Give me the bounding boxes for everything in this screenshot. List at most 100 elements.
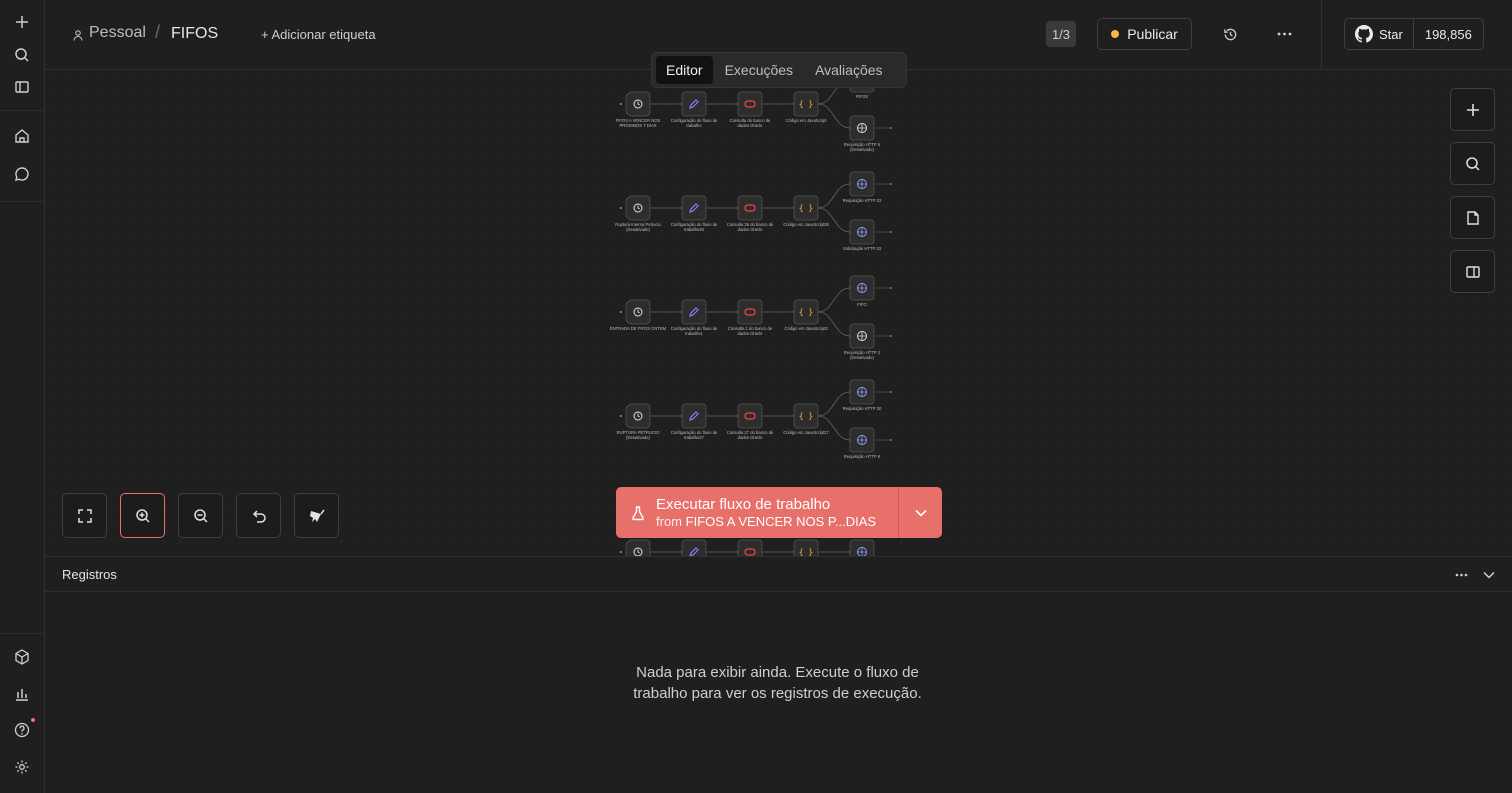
- add-tag-button[interactable]: + Adicionar etiqueta: [261, 27, 376, 42]
- http-label: (Desativado): [850, 147, 874, 152]
- note-icon: [1466, 210, 1479, 225]
- github-star-label: Star: [1379, 26, 1403, 42]
- http-label: Requisição HTTP 20: [843, 406, 882, 411]
- add-icon[interactable]: [8, 8, 36, 36]
- search-nodes-button[interactable]: [1450, 142, 1495, 185]
- page-indicator[interactable]: 1/3: [1046, 21, 1076, 47]
- oracle-label: dados Oracle: [738, 227, 764, 232]
- tidy-up-button[interactable]: [294, 493, 339, 538]
- http-node[interactable]: [849, 539, 875, 556]
- config-label: trabalho27: [684, 435, 704, 440]
- run-label: Executar fluxo de trabalho: [656, 495, 831, 513]
- http-label: FIFOS: [856, 94, 869, 99]
- http-label: Solicitação HTTP 23: [843, 246, 882, 251]
- mode-tabs: Editor Execuções Avaliações: [651, 52, 907, 88]
- app-root: Pessoal / FIFOS + Adicionar etiqueta 1/3…: [0, 0, 1512, 793]
- config-node[interactable]: [681, 403, 707, 429]
- logs-empty-message: Nada para exibir ainda. Execute o fluxo …: [633, 664, 922, 702]
- oracle-node[interactable]: [737, 299, 763, 325]
- tab-executions[interactable]: Execuções: [715, 56, 803, 84]
- breadcrumb-project[interactable]: Pessoal: [89, 24, 146, 42]
- add-node-button[interactable]: [1450, 88, 1495, 131]
- trigger-marker: [620, 415, 622, 417]
- http-node[interactable]: [849, 427, 875, 453]
- workflow-canvas[interactable]: { } FIFOS A VENCER NOS PRÓXIMOS 7 DIAS Conf…: [45, 70, 1512, 556]
- chevron-down-icon: [914, 509, 927, 517]
- trigger-node[interactable]: [625, 403, 651, 429]
- code-node[interactable]: { }: [793, 299, 819, 325]
- history-icon[interactable]: [1219, 23, 1241, 45]
- run-options-toggle[interactable]: [899, 487, 942, 538]
- oracle-node[interactable]: [737, 539, 763, 556]
- trigger-label: (Desativado): [626, 227, 650, 232]
- http-node[interactable]: [849, 171, 875, 197]
- svg-text:{ }: { }: [799, 548, 813, 557]
- zoom-out-icon: [193, 508, 208, 523]
- publish-button[interactable]: Publicar: [1097, 18, 1192, 50]
- code-label: Código em JavaScript: [786, 118, 828, 123]
- oracle-label: dados Oracle: [738, 331, 764, 336]
- logs-title: Registros: [62, 567, 117, 582]
- settings-icon[interactable]: [8, 753, 36, 781]
- search-icon: [1465, 156, 1480, 171]
- sidebar-toggle-icon[interactable]: [8, 73, 36, 101]
- search-icon[interactable]: [8, 41, 36, 69]
- config-node[interactable]: [681, 539, 707, 556]
- trigger-node[interactable]: [625, 91, 651, 117]
- templates-icon[interactable]: [8, 643, 36, 671]
- oracle-node[interactable]: [737, 195, 763, 221]
- zoom-in-button[interactable]: [120, 493, 165, 538]
- insights-icon[interactable]: [8, 680, 36, 708]
- rail-divider: [0, 110, 44, 111]
- oracle-label: dados Oracle: [738, 123, 764, 128]
- config-node[interactable]: [681, 91, 707, 117]
- oracle-node[interactable]: [737, 403, 763, 429]
- code-node[interactable]: { }: [793, 195, 819, 221]
- http-node[interactable]: [849, 275, 875, 301]
- http-label: Requisição HTTP 8: [844, 454, 881, 459]
- code-node[interactable]: { }: [793, 539, 819, 557]
- config-node[interactable]: [681, 299, 707, 325]
- more-options-icon[interactable]: [1273, 23, 1295, 45]
- oracle-node[interactable]: [737, 91, 763, 117]
- run-workflow-main[interactable]: Executar fluxo de trabalho from FIFOS A …: [616, 487, 899, 538]
- fit-view-button[interactable]: [62, 493, 107, 538]
- sticky-note-button[interactable]: [1450, 196, 1495, 239]
- logs-panel-header[interactable]: Registros: [45, 556, 1512, 592]
- trigger-marker: [620, 103, 622, 105]
- broom-icon: [309, 509, 325, 522]
- code-label: Código em JavaScript27: [783, 430, 829, 435]
- panel-icon: [1465, 265, 1480, 278]
- chat-icon[interactable]: [8, 160, 36, 188]
- workflow-name[interactable]: FIFOS: [171, 25, 218, 43]
- tab-editor[interactable]: Editor: [656, 56, 713, 84]
- workflow-graph[interactable]: { }FIFOS A VENCER NOSPRÓXIMOS 7 DIASConf…: [45, 70, 1512, 556]
- toggle-panel-button[interactable]: [1450, 250, 1495, 293]
- github-star-widget[interactable]: Star 198,856: [1344, 18, 1484, 50]
- zoom-out-button[interactable]: [178, 493, 223, 538]
- rail-divider: [0, 201, 44, 202]
- http-node[interactable]: [849, 115, 875, 141]
- logs-more-icon[interactable]: [1452, 566, 1470, 584]
- run-workflow-button[interactable]: Executar fluxo de trabalho from FIFOS A …: [616, 487, 942, 538]
- code-node[interactable]: { }: [793, 403, 819, 429]
- svg-text:{ }: { }: [799, 100, 813, 109]
- trigger-node[interactable]: [625, 539, 651, 556]
- home-icon[interactable]: [8, 122, 36, 150]
- trigger-node[interactable]: [625, 299, 651, 325]
- http-node[interactable]: [849, 323, 875, 349]
- tab-evaluations[interactable]: Avaliações: [805, 56, 892, 84]
- left-rail: [0, 0, 45, 793]
- trigger-node[interactable]: [625, 195, 651, 221]
- config-node[interactable]: [681, 195, 707, 221]
- config-label: trabalho1: [685, 331, 703, 336]
- github-star-button[interactable]: Star: [1345, 19, 1414, 49]
- publish-label: Publicar: [1127, 26, 1178, 42]
- logs-collapse-icon[interactable]: [1480, 566, 1498, 584]
- http-node[interactable]: [849, 379, 875, 405]
- code-node[interactable]: { }: [793, 91, 819, 117]
- header-divider: [1321, 0, 1322, 70]
- github-icon: [1355, 25, 1373, 43]
- http-node[interactable]: [849, 219, 875, 245]
- undo-button[interactable]: [236, 493, 281, 538]
